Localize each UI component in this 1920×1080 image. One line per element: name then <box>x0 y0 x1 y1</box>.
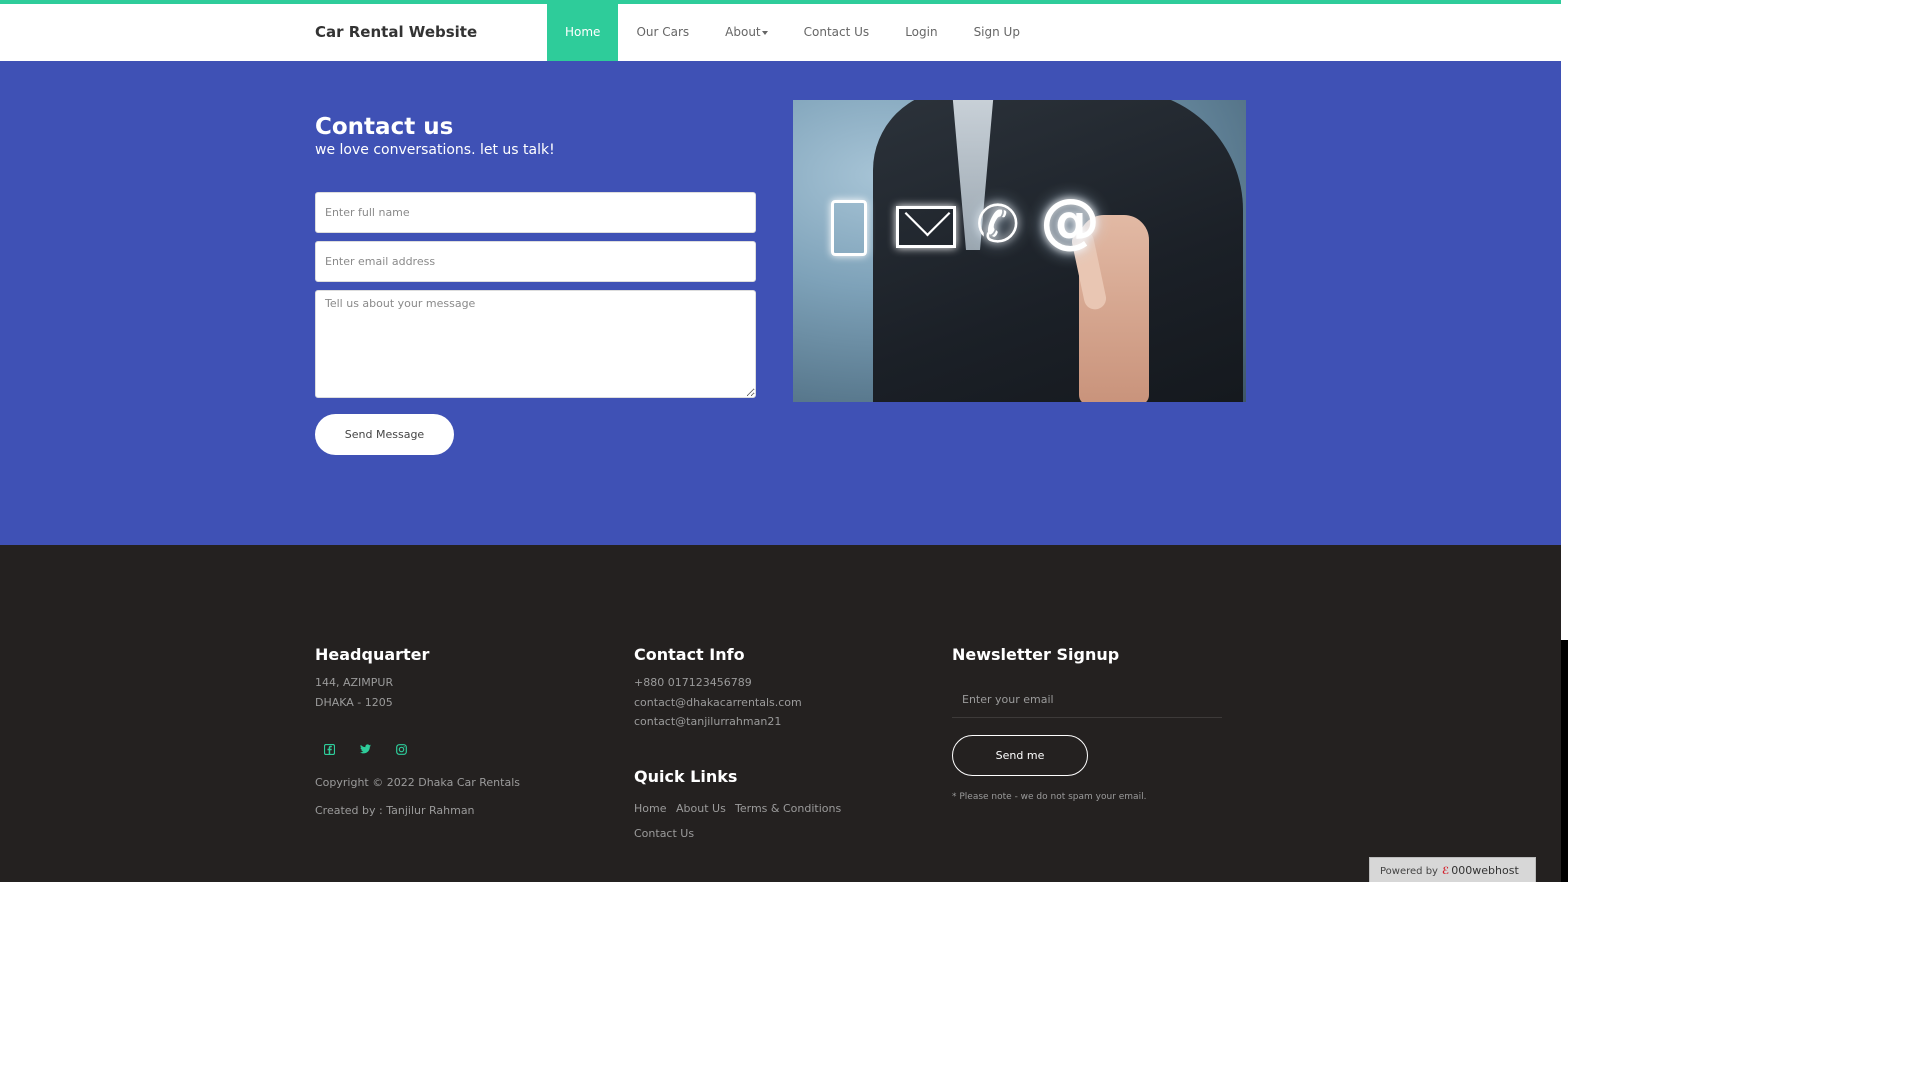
contact-info-title: Contact Info <box>634 645 745 664</box>
nav-item-label: Contact Us <box>803 25 870 39</box>
message-textarea[interactable] <box>315 290 756 398</box>
nav-menu: Home Our Cars About Contact Us Login Sig… <box>547 4 1038 61</box>
send-message-button[interactable]: Send Message <box>315 414 454 455</box>
email-input[interactable] <box>315 241 756 282</box>
quick-link-contact-us[interactable]: Contact Us <box>634 827 694 840</box>
navbar: Car Rental Website Home Our Cars About C… <box>0 4 1561 61</box>
contact-section: Contact us we love conversations. let us… <box>0 61 1561 545</box>
powered-by-badge[interactable]: Powered by ℰ 000webhost <box>1369 857 1536 882</box>
quick-link-about-us[interactable]: About Us <box>676 802 726 815</box>
nav-item-label: Our Cars <box>636 25 690 39</box>
nav-item-login[interactable]: Login <box>887 4 955 61</box>
nav-item-label: Home <box>565 25 601 39</box>
nav-item-label: Sign Up <box>973 25 1020 39</box>
newsletter-email-input[interactable] <box>952 681 1222 718</box>
telephone-icon: ✆ <box>976 195 1020 255</box>
contact-email-1: contact@dhakacarrentals.com <box>634 696 802 709</box>
mobile-device-icon <box>831 200 867 256</box>
nav-item-label: Login <box>905 25 938 39</box>
instagram-icon[interactable] <box>394 744 408 758</box>
caret-down-icon <box>761 30 768 35</box>
contact-title: Contact us <box>315 114 454 140</box>
newsletter-note: * Please note - we do not spam your emai… <box>952 792 1147 802</box>
hq-address-line2: DHAKA - 1205 <box>315 696 393 709</box>
headquarter-title: Headquarter <box>315 645 430 664</box>
copyright-text: Copyright © 2022 Dhaka Car Rentals <box>315 776 520 789</box>
facebook-icon[interactable] <box>322 743 336 758</box>
hq-address-line1: 144, AZIMPUR <box>315 676 394 689</box>
nav-item-label: About <box>725 25 761 39</box>
quick-links-title: Quick Links <box>634 767 738 786</box>
send-me-button[interactable]: Send me <box>952 735 1088 776</box>
twitter-icon[interactable] <box>358 744 372 758</box>
scrollbar-thumb[interactable] <box>1561 640 1568 882</box>
webhost-logo-icon: ℰ <box>1441 866 1450 877</box>
footer: Headquarter 144, AZIMPUR DHAKA - 1205 Co… <box>0 545 1561 882</box>
nav-item-contact-us[interactable]: Contact Us <box>786 4 888 61</box>
at-sign-icon: @ <box>1040 186 1100 256</box>
full-name-input[interactable] <box>315 192 756 233</box>
quick-link-terms[interactable]: Terms & Conditions <box>735 802 841 815</box>
brand-logo-text[interactable]: Car Rental Website <box>315 23 477 41</box>
created-by-text: Created by : Tanjilur Rahman <box>315 804 475 817</box>
nav-item-sign-up[interactable]: Sign Up <box>956 4 1038 61</box>
contact-email-2: contact@tanjilurrahman21 <box>634 715 782 728</box>
contact-hero-image: ✆ @ <box>793 100 1246 402</box>
contact-phone: +880 017123456789 <box>634 676 752 689</box>
host-name: 000webhost <box>1451 864 1519 877</box>
contact-subtitle: we love conversations. let us talk! <box>315 142 555 158</box>
nav-item-about[interactable]: About <box>707 4 785 61</box>
nav-item-home[interactable]: Home <box>547 4 619 61</box>
nav-item-our-cars[interactable]: Our Cars <box>618 4 707 61</box>
newsletter-title: Newsletter Signup <box>952 645 1120 664</box>
powered-by-label: Powered by <box>1380 866 1438 877</box>
quick-link-home[interactable]: Home <box>634 802 666 815</box>
envelope-icon <box>896 206 956 248</box>
